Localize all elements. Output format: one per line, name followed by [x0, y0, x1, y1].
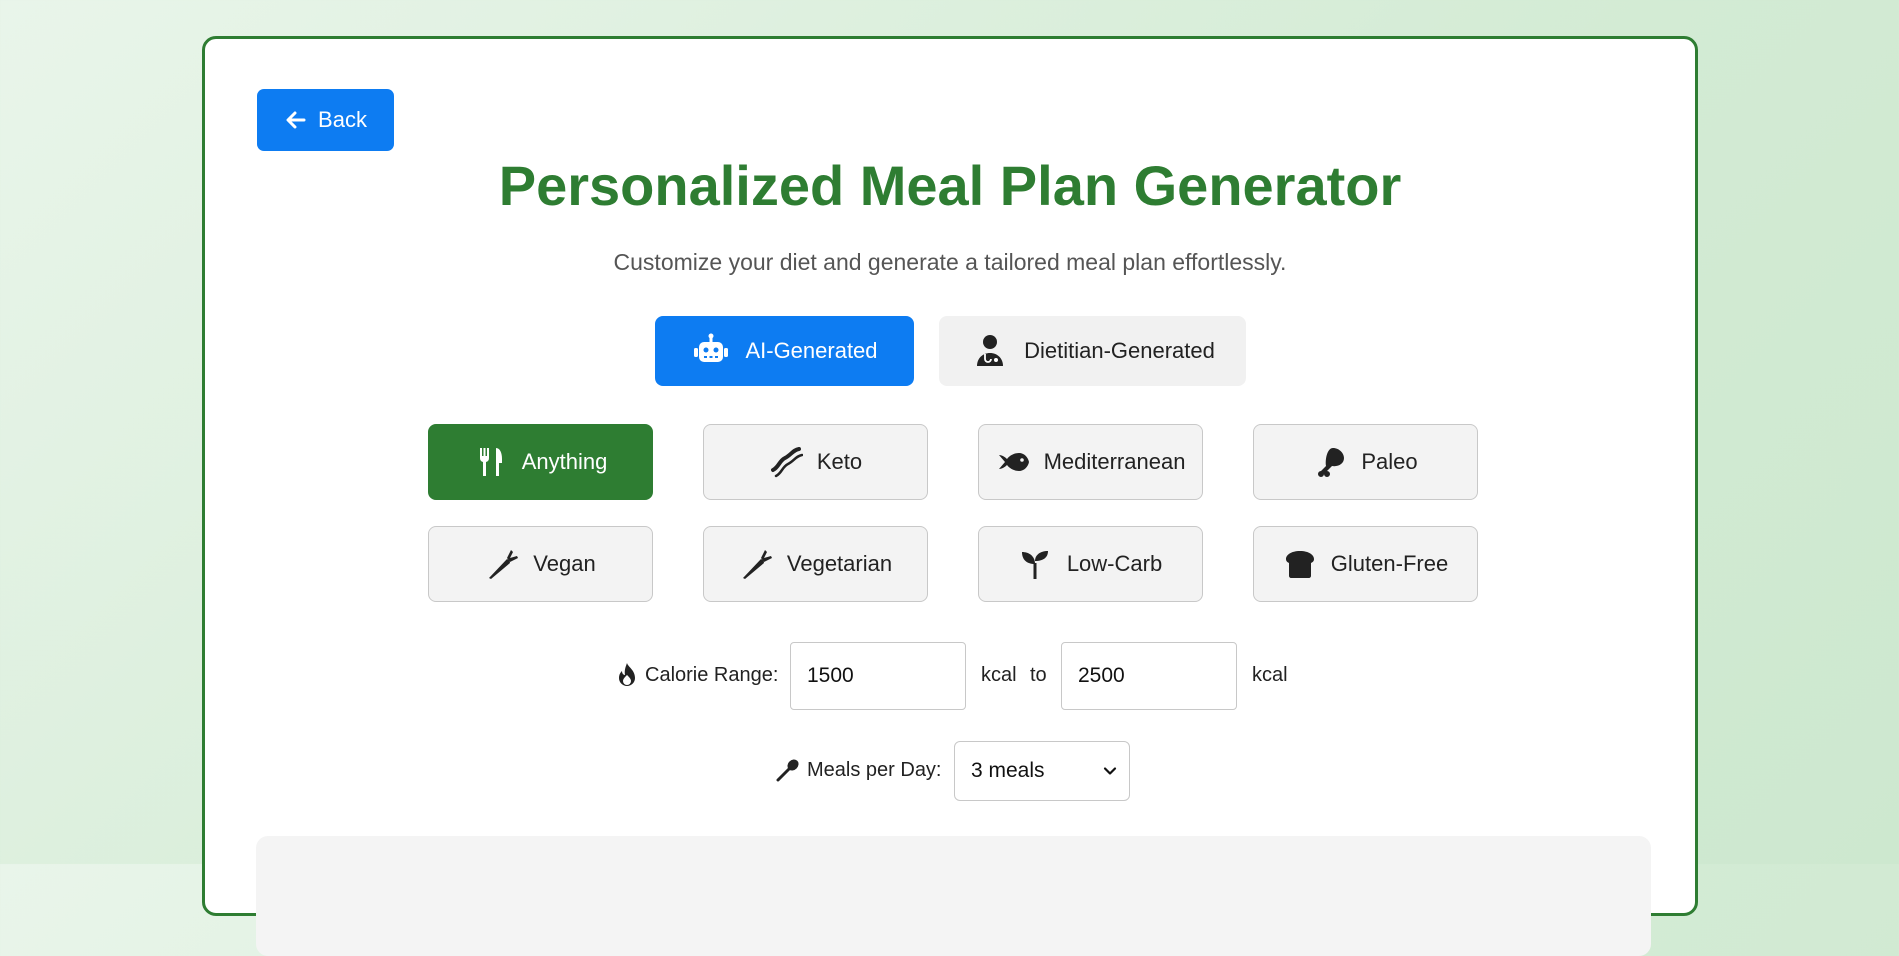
diet-option-label: Low-Carb [1066, 551, 1163, 576]
calorie-range-text: Calorie Range: [645, 663, 779, 686]
carrot-icon [489, 550, 519, 579]
diet-option-label: Vegetarian [786, 551, 893, 576]
chevron-down-icon [1103, 767, 1117, 775]
diet-option-keto[interactable]: Keto [703, 424, 928, 500]
back-button[interactable]: Back [257, 89, 394, 151]
meal-plan-results-panel [256, 836, 1651, 956]
seedling-icon [1021, 551, 1048, 579]
diet-option-mediterranean[interactable]: Mediterranean [978, 424, 1203, 500]
diet-option-vegan[interactable]: Vegan [428, 526, 653, 602]
meals-per-day-value: 3 meals [971, 759, 1045, 782]
mode-ai-label: AI-Generated [745, 338, 878, 363]
mode-dietitian-generated-button[interactable]: Dietitian-Generated [939, 316, 1246, 386]
calorie-min-unit: kcal [981, 664, 1017, 686]
calorie-range-to: to [1030, 664, 1047, 686]
arrow-left-icon [286, 111, 306, 129]
fish-icon [998, 453, 1029, 471]
diet-option-gluten-free[interactable]: Gluten-Free [1253, 526, 1478, 602]
diet-option-paleo[interactable]: Paleo [1253, 424, 1478, 500]
calorie-range-row: Calorie Range: kcal to kcal [205, 642, 1695, 710]
meal-plan-card: Back Personalized Meal Plan Generator Cu… [202, 36, 1698, 956]
diet-option-vegetarian[interactable]: Vegetarian [703, 526, 928, 602]
mode-ai-generated-button[interactable]: AI-Generated [655, 316, 914, 386]
drumstick-icon [1318, 448, 1345, 477]
carrot-icon [742, 550, 772, 579]
robot-icon [694, 333, 729, 362]
diet-option-label: Anything [521, 449, 608, 474]
mode-dietitian-label: Dietitian-Generated [1024, 338, 1215, 363]
meals-per-day-select[interactable]: 3 meals [954, 741, 1130, 801]
diet-option-label: Paleo [1361, 449, 1418, 474]
calorie-range-label: Calorie Range: [615, 662, 778, 688]
calorie-max-input[interactable] [1061, 642, 1237, 710]
meals-per-day-text: Meals per Day: [807, 758, 942, 781]
fire-icon [619, 663, 635, 686]
diet-option-label: Gluten-Free [1330, 551, 1449, 576]
calorie-max-unit: kcal [1252, 664, 1288, 686]
diet-option-low-carb[interactable]: Low-Carb [978, 526, 1203, 602]
bacon-icon [770, 447, 803, 478]
doctor-icon [977, 335, 1004, 366]
bread-icon [1285, 551, 1314, 578]
back-button-label: Back [318, 107, 367, 132]
diet-option-label: Mediterranean [1043, 449, 1186, 474]
diet-option-anything[interactable]: Anything [428, 424, 653, 500]
diet-option-label: Vegan [533, 551, 596, 576]
calorie-min-input[interactable] [790, 642, 966, 710]
meals-per-day-label: Meals per Day: [775, 757, 942, 783]
page-title: Personalized Meal Plan Generator [498, 154, 1402, 217]
spoon-icon [776, 759, 799, 782]
page-subtitle: Customize your diet and generate a tailo… [613, 249, 1287, 275]
utensils-icon [479, 448, 502, 476]
meals-per-day-row: Meals per Day: 3 meals [205, 741, 1695, 801]
diet-option-label: Keto [816, 449, 863, 474]
